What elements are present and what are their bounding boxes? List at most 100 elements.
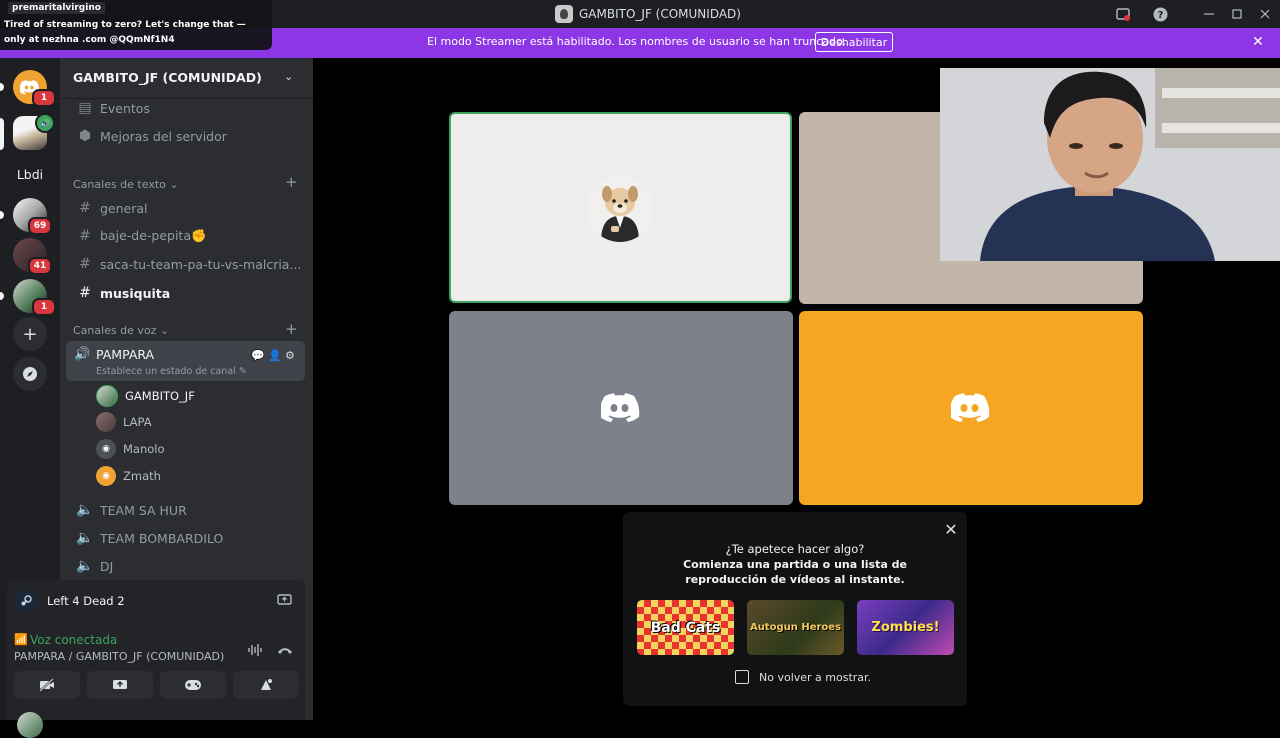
voice-channel-team-sa-hur[interactable]: 🔈 TEAM SA HUR [68, 497, 304, 523]
steam-icon [15, 590, 37, 612]
noise-suppression-icon[interactable] [247, 642, 263, 658]
voice-status: Voz conectada [30, 633, 118, 647]
speaker-icon: 🔈 [76, 558, 94, 574]
server-icon-dark[interactable]: 41 [13, 238, 52, 275]
avatar [96, 412, 116, 432]
channel-label: general [100, 200, 148, 216]
game-card-bad-cats[interactable]: Bad Cats [637, 600, 734, 655]
participant-tile[interactable] [799, 311, 1143, 505]
window-title: GAMBITO_JF (COMUNIDAD) [555, 5, 741, 23]
channel-general[interactable]: # general [68, 195, 304, 221]
close-icon[interactable]: ✕ [942, 520, 960, 539]
webcam-overlay [940, 68, 1280, 261]
unread-pill [0, 211, 4, 219]
channel-label: TEAM BOMBARDILO [100, 530, 224, 546]
speaker-icon: 🔈 [76, 530, 94, 546]
text-channels-category[interactable]: Canales de texto ⌄ [73, 178, 179, 191]
user-avatar[interactable] [17, 712, 43, 738]
member-name: LAPA [123, 415, 152, 429]
inbox-icon[interactable] [1113, 4, 1133, 24]
stream-game-icon[interactable] [277, 593, 293, 609]
dont-show-checkbox[interactable] [735, 670, 749, 684]
webcam-person-icon [940, 68, 1280, 261]
server-icon-skull[interactable]: 69 [13, 198, 52, 235]
window-title-text: GAMBITO_JF (COMUNIDAD) [579, 7, 741, 21]
hashtag-icon: # [79, 200, 91, 216]
soundboard-button[interactable] [233, 671, 299, 699]
hashtag-icon: # [79, 256, 91, 272]
server-boost-label: Mejoras del servidor [100, 128, 227, 144]
disable-streamer-mode-button[interactable]: Deshabilitar [815, 32, 893, 52]
minimize-icon[interactable] [1199, 4, 1219, 24]
overlay-username: premaritalvirgino [8, 2, 105, 14]
server-name: GAMBITO_JF (COMUNIDAD) [73, 70, 262, 85]
streamer-mode-text: El modo Streamer está habilitado. Los no… [427, 35, 847, 48]
member-gambito[interactable]: GAMBITO_JF [96, 384, 195, 408]
camera-off-button[interactable] [14, 671, 80, 699]
close-window-icon[interactable] [1255, 4, 1275, 24]
add-server-icon[interactable]: + [13, 317, 47, 351]
activity-button[interactable] [160, 671, 226, 699]
voice-channels-category[interactable]: Canales de voz ⌄ [73, 324, 169, 337]
game-title: Autogun Heroes [749, 622, 842, 633]
invite-icon[interactable]: 👤 [268, 349, 282, 362]
events-label: Eventos [100, 100, 150, 116]
hashtag-icon: # [79, 285, 91, 301]
discover-icon[interactable] [13, 357, 47, 391]
activity-panel: Left 4 Dead 2 [7, 580, 305, 622]
mention-badge: 1 [32, 298, 56, 316]
voice-connection-panel: 📶 Voz conectada PAMPARA / GAMBITO_JF (CO… [7, 622, 305, 720]
events-item[interactable]: ▤ Eventos [68, 95, 304, 121]
discord-logo-icon [951, 393, 990, 422]
speaker-icon: 🔊 [74, 347, 91, 362]
server-boost-item[interactable]: ⬢ Mejoras del servidor [68, 123, 304, 149]
unread-pill [0, 292, 4, 300]
boost-icon: ⬢ [78, 128, 92, 144]
server-icon-green[interactable]: 1 [13, 279, 56, 316]
participant-tile-speaking[interactable] [449, 112, 792, 303]
avatar [96, 385, 118, 407]
signal-icon[interactable]: 📶 [14, 633, 28, 646]
voice-channel-team-bombardilo[interactable]: 🔈 TEAM BOMBARDILO [68, 525, 304, 551]
settings-gear-icon[interactable]: ⚙ [285, 349, 295, 362]
disconnect-icon[interactable] [277, 642, 293, 658]
channel-label: DJ [100, 558, 114, 574]
channel-baje-de-pepita[interactable]: # baje-de-pepita✊ [68, 223, 304, 249]
hashtag-icon: # [79, 228, 91, 244]
voice-channel-pampara[interactable]: 🔊 PAMPARA Establece un estado de canal ✎… [66, 341, 305, 381]
member-manolo[interactable]: ◉ Manolo [96, 437, 165, 461]
screen-share-button[interactable] [87, 671, 153, 699]
participant-tile[interactable] [449, 311, 793, 505]
member-lapa[interactable]: LAPA [96, 410, 152, 434]
member-zmath[interactable]: ◉ Zmath [96, 464, 161, 488]
selected-pill [0, 118, 4, 150]
help-icon[interactable]: ? [1150, 4, 1170, 24]
add-text-channel-icon[interactable]: + [285, 173, 298, 191]
popup-title: ¿Te apetece hacer algo? [725, 542, 865, 556]
category-label: Canales de texto [73, 178, 166, 191]
server-icon-lbdi[interactable]: Lbdi [13, 157, 47, 191]
game-card-zombies[interactable]: Zombies! [857, 600, 954, 655]
server-icon-gambito[interactable]: 🔊 [13, 113, 55, 150]
activity-suggestion-popup: ✕ ¿Te apetece hacer algo? Comienza una p… [623, 512, 967, 706]
channel-status[interactable]: Establece un estado de canal ✎ [96, 366, 247, 377]
stream-chat-overlay: premaritalvirgino Tired of streaming to … [0, 0, 272, 50]
channel-label: TEAM SA HUR [100, 502, 187, 518]
game-card-autogun-heroes[interactable]: Autogun Heroes [747, 600, 844, 655]
discord-avatar-icon: ◉ [96, 439, 116, 459]
server-avatar-icon [555, 5, 573, 23]
dont-show-again-option[interactable]: No volver a mostrar. [735, 670, 871, 684]
voice-channel-dj[interactable]: 🔈 DJ [68, 553, 304, 579]
channel-label: musiquita [100, 285, 171, 301]
discord-logo-icon [601, 393, 640, 422]
channel-saca-tu-team[interactable]: # saca-tu-team-pa-tu-vs-malcria... [68, 251, 304, 277]
maximize-icon[interactable] [1227, 4, 1247, 24]
close-banner-icon[interactable]: ✕ [1250, 34, 1266, 50]
chat-icon[interactable]: 💬 [251, 349, 265, 362]
add-voice-channel-icon[interactable]: + [285, 320, 298, 338]
server-icon-orange[interactable]: 1 [13, 70, 56, 107]
mention-badge: 41 [28, 257, 52, 275]
channel-musiquita[interactable]: # musiquita [68, 280, 304, 306]
server-header[interactable]: GAMBITO_JF (COMUNIDAD) ⌄ [60, 58, 313, 99]
voice-location: PAMPARA / GAMBITO_JF (COMUNIDAD) [14, 650, 225, 663]
